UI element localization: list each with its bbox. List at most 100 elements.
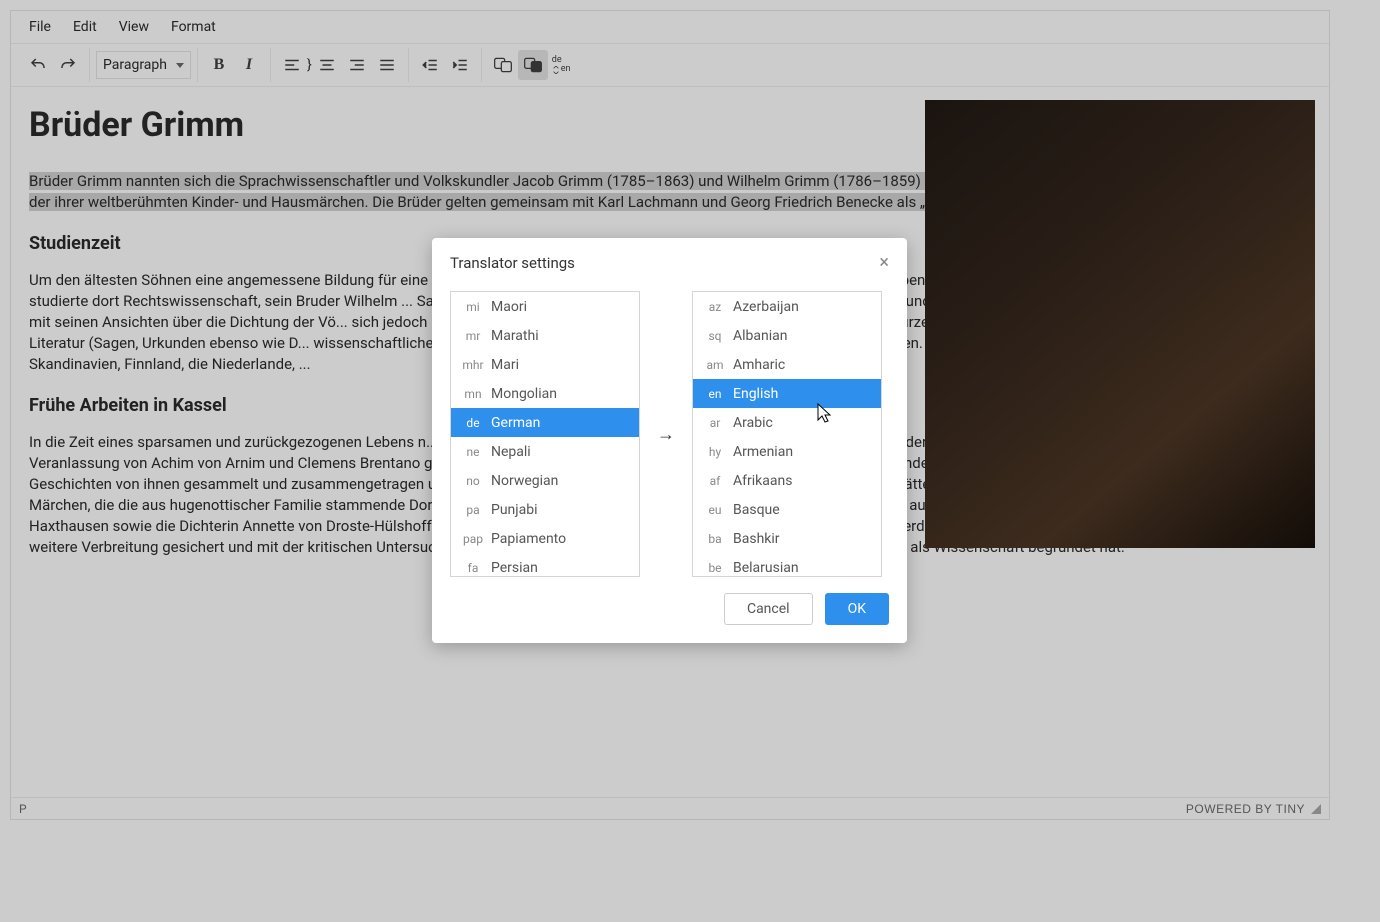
lang-name: Maori [491,299,527,315]
lang-name: Nepali [491,444,531,460]
align-left-button[interactable] [277,50,307,80]
arrow-right-icon: → [654,424,678,445]
lang-name: Armenian [733,444,793,460]
language-indicator: de en [548,56,575,74]
undo-button[interactable] [23,50,53,80]
format-select-label: Paragraph [103,57,167,73]
language-option-en[interactable]: enEnglish [693,379,881,408]
outdent-button[interactable] [415,50,445,80]
italic-button[interactable]: I [234,50,264,80]
language-option-eu[interactable]: euBasque [693,495,881,524]
language-option-sq[interactable]: sqAlbanian [693,321,881,350]
translate-button[interactable] [488,50,518,80]
menubar: File Edit View Format [11,11,1329,43]
article-image [925,100,1315,548]
lang-name: Basque [733,502,780,518]
lang-code: pap [455,532,491,546]
toolbar: Paragraph B I } [11,43,1329,87]
lang-name: Persian [491,560,538,576]
language-option-pap[interactable]: papPapiamento [451,524,639,553]
dialog-title: Translator settings [450,254,575,272]
lang-code: be [697,561,733,575]
lang-name: Bashkir [733,531,780,547]
lang-code: af [697,474,733,488]
lang-name: Papiamento [491,531,566,547]
lang-code: ne [455,445,491,459]
lang-name: Belarusian [733,560,799,576]
align-center-button[interactable] [312,50,342,80]
lang-code: ba [697,532,733,546]
lang-name: English [733,386,778,402]
lang-code: eu [697,503,733,517]
lang-code: fa [455,561,491,575]
language-option-be[interactable]: beBelarusian [693,553,881,577]
lang-name: Mari [491,357,519,373]
dialog-body: miMaorimrMarathimhrMarimnMongoliandeGerm… [432,283,907,593]
lang-name: Afrikaans [733,473,792,489]
language-option-hy[interactable]: hyArmenian [693,437,881,466]
lang-name: Arabic [733,415,773,431]
lang-name: Marathi [491,328,539,344]
dialog-footer: Cancel OK [432,593,907,643]
language-option-no[interactable]: noNorwegian [451,466,639,495]
menu-format[interactable]: Format [161,15,226,39]
translate-settings-button[interactable] [518,50,548,80]
statusbar: P POWERED BY TINY [11,797,1329,819]
ok-button[interactable]: OK [825,593,889,625]
redo-button[interactable] [53,50,83,80]
lang-code: ar [697,416,733,430]
lang-name: German [491,415,540,431]
lang-to-label: en [561,65,571,74]
lang-name: Albanian [733,328,788,344]
chevron-down-icon [176,63,184,68]
align-justify-button[interactable] [372,50,402,80]
lang-code: sq [697,329,733,343]
language-option-mi[interactable]: miMaori [451,292,639,321]
language-option-az[interactable]: azAzerbaijan [693,292,881,321]
language-option-af[interactable]: afAfrikaans [693,466,881,495]
lang-code: mn [455,387,491,401]
indent-button[interactable] [445,50,475,80]
lang-code: mhr [455,358,491,372]
cancel-button[interactable]: Cancel [724,593,813,625]
lang-name: Azerbaijan [733,299,799,315]
resize-grip-icon[interactable] [1311,804,1321,814]
lang-code: az [697,300,733,314]
lang-code: mr [455,329,491,343]
target-language-list[interactable]: azAzerbaijansqAlbanianamAmharicenEnglish… [692,291,882,577]
language-option-mn[interactable]: mnMongolian [451,379,639,408]
language-option-ba[interactable]: baBashkir [693,524,881,553]
bold-button[interactable]: B [204,50,234,80]
dialog-header: Translator settings × [432,238,907,283]
align-right-button[interactable] [342,50,372,80]
menu-view[interactable]: View [109,15,159,39]
language-option-pa[interactable]: paPunjabi [451,495,639,524]
source-language-list[interactable]: miMaorimrMarathimhrMarimnMongoliandeGerm… [450,291,640,577]
lang-code: no [455,474,491,488]
lang-name: Mongolian [491,386,557,402]
language-option-de[interactable]: deGerman [451,408,639,437]
lang-code: hy [697,445,733,459]
powered-by-label: POWERED BY TINY [1186,802,1305,816]
language-option-fa[interactable]: faPersian [451,553,639,577]
swap-icon [552,66,560,74]
menu-file[interactable]: File [19,15,61,39]
language-option-ar[interactable]: arArabic [693,408,881,437]
translator-settings-dialog: Translator settings × miMaorimrMarathimh… [432,238,907,643]
close-button[interactable]: × [879,252,889,273]
language-option-mr[interactable]: mrMarathi [451,321,639,350]
lang-code: de [455,416,491,430]
lang-code: en [697,387,733,401]
menu-edit[interactable]: Edit [63,15,107,39]
language-option-mhr[interactable]: mhrMari [451,350,639,379]
format-select[interactable]: Paragraph [96,51,191,79]
language-option-am[interactable]: amAmharic [693,350,881,379]
lang-name: Punjabi [491,502,538,518]
lang-name: Norwegian [491,473,558,489]
language-option-ne[interactable]: neNepali [451,437,639,466]
lang-code: mi [455,300,491,314]
lang-code: pa [455,503,491,517]
element-path[interactable]: P [19,802,27,816]
lang-code: am [697,358,733,372]
lang-name: Amharic [733,357,785,373]
